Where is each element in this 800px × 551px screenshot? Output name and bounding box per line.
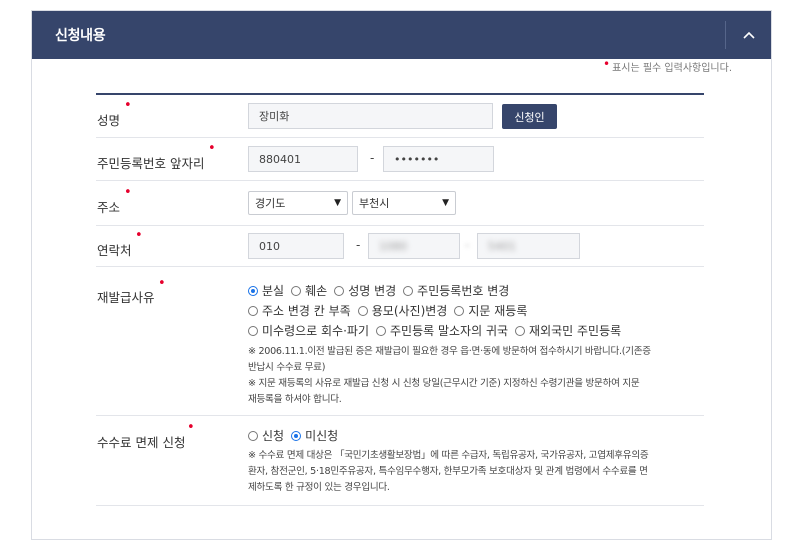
contact-label: 연락처 bbox=[97, 243, 132, 258]
radio-icon bbox=[403, 285, 414, 296]
radio-icon bbox=[248, 325, 258, 336]
collapse-button[interactable] bbox=[726, 11, 771, 59]
applicant-button[interactable]: 신청인 bbox=[502, 104, 557, 129]
radio-icon bbox=[291, 285, 302, 296]
row-divider bbox=[96, 225, 704, 226]
reason-radio-group-row3: 미수령으로 회수·파기 주민등록 말소자의 귀국 재외국민 주민등록 bbox=[248, 322, 628, 339]
fee-option-apply[interactable]: 신청 bbox=[248, 427, 284, 444]
province-select[interactable]: 경기도 ▼ bbox=[248, 191, 348, 215]
city-select-value: 부천시 bbox=[359, 197, 390, 210]
address-required-icon: • bbox=[124, 185, 132, 200]
panel-header: 신청내용 bbox=[32, 11, 771, 59]
reason-radio-group-row2: 주소 변경 칸 부족 용모(사진)변경 지문 재등록 bbox=[248, 302, 534, 319]
chevron-up-icon bbox=[742, 31, 755, 39]
reason-option-address-space[interactable]: 주소 변경 칸 부족 bbox=[248, 302, 351, 319]
row-divider bbox=[96, 505, 704, 506]
radio-checked-icon bbox=[248, 285, 258, 296]
resident-back-field[interactable]: ••••••• bbox=[383, 146, 494, 172]
contact-part2-field[interactable]: 1080 bbox=[368, 233, 460, 259]
reason-option-lost[interactable]: 분실 bbox=[248, 282, 284, 299]
contact-separator1: - bbox=[356, 238, 361, 252]
name-required-icon: • bbox=[124, 98, 132, 113]
fee-exemption-note: ※ 수수료 면제 대상은 「국민기초생활보장법」에 따른 수급자, 독립유공자,… bbox=[248, 450, 649, 493]
reason-option-return[interactable]: 주민등록 말소자의 귀국 bbox=[376, 322, 508, 339]
reason-note-2: ※ 지문 재등록의 사유로 재발급 신청 시 신청 당일(근무시간 기준) 지정… bbox=[248, 378, 640, 405]
form-top-divider bbox=[96, 93, 704, 95]
resident-front-field[interactable]: 880401 bbox=[248, 146, 358, 172]
fee-option-not-apply[interactable]: 미신청 bbox=[291, 427, 338, 444]
radio-icon bbox=[334, 285, 345, 296]
chevron-down-icon: ▼ bbox=[442, 198, 449, 208]
reason-note-1: ※ 2006.11.1.이전 발급된 증은 재발급이 필요한 경우 읍·면·동에… bbox=[248, 346, 651, 373]
radio-icon bbox=[376, 325, 386, 336]
reason-option-fingerprint[interactable]: 지문 재등록 bbox=[454, 302, 527, 319]
row-divider bbox=[96, 137, 704, 138]
reason-option-name-change[interactable]: 성명 변경 bbox=[334, 282, 396, 299]
resident-number-label: 주민등록번호 앞자리 bbox=[97, 156, 205, 171]
fee-exemption-required-icon: • bbox=[187, 420, 195, 435]
reason-option-photo-change[interactable]: 용모(사진)변경 bbox=[357, 302, 447, 319]
reason-option-damaged[interactable]: 훼손 bbox=[291, 282, 327, 299]
radio-icon bbox=[357, 305, 368, 316]
resident-number-required-icon: • bbox=[208, 141, 216, 156]
fee-radio-group: 신청 미신청 bbox=[248, 427, 345, 444]
city-select[interactable]: 부천시 ▼ bbox=[352, 191, 456, 215]
name-field[interactable]: 장미화 bbox=[248, 103, 493, 129]
address-label: 주소 bbox=[97, 200, 121, 215]
radio-icon bbox=[248, 305, 258, 316]
radio-icon bbox=[454, 305, 465, 316]
contact-part3-field[interactable]: 5401 bbox=[477, 233, 580, 259]
radio-checked-icon bbox=[291, 430, 302, 441]
fee-exemption-label: 수수료 면제 신청 bbox=[97, 435, 186, 450]
row-divider bbox=[96, 180, 704, 181]
contact-part1-field[interactable]: 010 bbox=[248, 233, 344, 259]
name-label: 성명 bbox=[97, 113, 121, 128]
radio-icon bbox=[248, 430, 258, 441]
resident-separator: - bbox=[370, 151, 375, 165]
reason-option-unclaimed[interactable]: 미수령으로 회수·파기 bbox=[248, 322, 369, 339]
panel-title: 신청내용 bbox=[55, 28, 106, 44]
radio-icon bbox=[515, 325, 526, 336]
province-select-value: 경기도 bbox=[255, 197, 286, 210]
row-divider bbox=[96, 266, 704, 267]
required-note: • 표시는 필수 입력사항입니다. bbox=[602, 57, 732, 74]
reason-option-overseas[interactable]: 재외국민 주민등록 bbox=[515, 322, 621, 339]
contact-required-icon: • bbox=[135, 228, 143, 243]
required-dot-icon: • bbox=[602, 57, 611, 71]
row-divider bbox=[96, 415, 704, 416]
reason-radio-group-row1: 분실 훼손 성명 변경 주민등록번호 변경 bbox=[248, 282, 516, 299]
reason-required-icon: • bbox=[158, 276, 166, 291]
reason-label: 재발급사유 bbox=[97, 290, 155, 305]
contact-separator2: - bbox=[465, 238, 470, 252]
chevron-down-icon: ▼ bbox=[334, 198, 341, 208]
reason-option-id-change[interactable]: 주민등록번호 변경 bbox=[403, 282, 509, 299]
